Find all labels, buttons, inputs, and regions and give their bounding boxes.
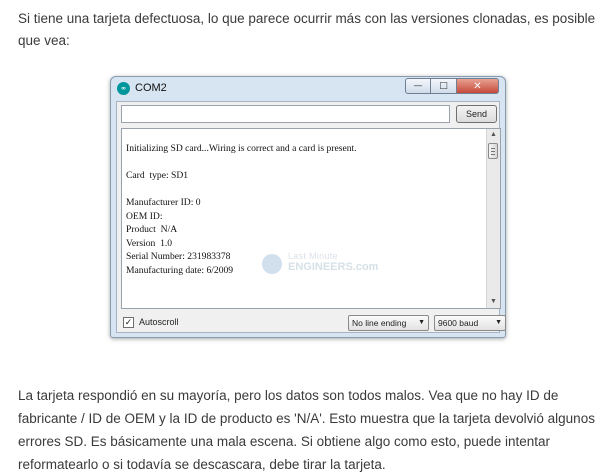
autoscroll-label[interactable]: Autoscroll [139,317,179,327]
baud-rate-select[interactable]: 9600 baud ▼ [434,315,506,331]
send-button[interactable]: Send [456,105,497,123]
maximize-button[interactable]: □ [431,78,457,94]
serial-monitor-window: ∞ COM2 — □ ✕ Send Initializing SD card..… [110,76,506,338]
watermark-logo-icon [262,254,282,274]
close-button[interactable]: ✕ [457,78,499,94]
watermark-line2: ENGINEERS.com [288,261,379,273]
intro-paragraph: Si tiene una tarjeta defectuosa, lo que … [18,11,596,48]
arduino-logo-icon: ∞ [117,82,130,95]
serial-output[interactable]: Initializing SD card...Wiring is correct… [121,128,501,309]
autoscroll-checkbox[interactable]: ✓ [123,317,134,328]
status-bar: ✓ Autoscroll No line ending ▼ 9600 baud … [117,312,506,334]
conclusion-paragraph: La tarjeta respondió en su mayoría, pero… [18,388,595,472]
watermark: Last Minute ENGINEERS.com [262,251,412,281]
title-bar[interactable]: ∞ COM2 — □ ✕ [111,77,505,99]
serial-input[interactable] [121,105,450,123]
window-controls: — □ ✕ [405,78,499,94]
vertical-scrollbar[interactable]: ▲ ▼ [486,129,500,308]
chevron-down-icon: ▼ [495,319,502,326]
scroll-down-icon[interactable]: ▼ [487,296,500,308]
line-ending-select[interactable]: No line ending ▼ [348,315,429,331]
chevron-down-icon: ▼ [418,319,425,326]
scroll-up-icon[interactable]: ▲ [487,129,500,141]
line-ending-value: No line ending [352,318,407,328]
scroll-thumb[interactable] [488,143,498,159]
minimize-button[interactable]: — [405,78,431,94]
window-title: COM2 [135,82,167,94]
baud-rate-value: 9600 baud [438,318,479,328]
watermark-line1: Last Minute [288,251,338,261]
window-client-area: Send Initializing SD card...Wiring is co… [116,101,506,334]
